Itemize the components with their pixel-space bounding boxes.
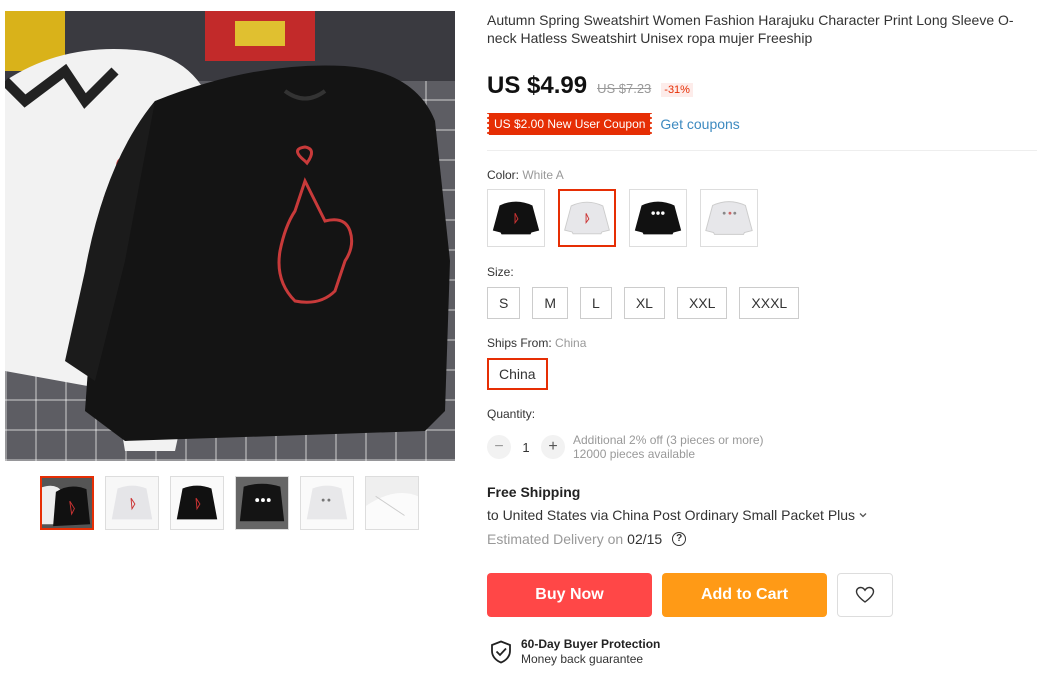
ships-from-label-text: Ships From: xyxy=(487,336,552,350)
size-option-l[interactable]: L xyxy=(580,287,612,319)
quantity-info: Additional 2% off (3 pieces or more) 120… xyxy=(573,433,764,461)
thumbnail-2[interactable] xyxy=(105,476,159,530)
quantity-increase-button[interactable]: + xyxy=(541,435,565,459)
chevron-down-icon xyxy=(859,513,867,518)
size-option-s[interactable]: S xyxy=(487,287,521,319)
buyer-protection-text: 60-Day Buyer Protection Money back guara… xyxy=(521,637,660,667)
wishlist-button[interactable] xyxy=(837,573,893,617)
size-option-xxl[interactable]: XXL xyxy=(676,287,728,319)
shipping-method[interactable]: to United States via China Post Ordinary… xyxy=(487,507,868,523)
shield-check-icon xyxy=(491,640,511,664)
color-swatch-white-a[interactable] xyxy=(558,189,616,247)
thumbnail-5[interactable] xyxy=(300,476,354,530)
price-row: US $4.99 US $7.23 -31% xyxy=(487,72,693,100)
heart-icon xyxy=(855,586,875,603)
estimated-delivery: Estimated Delivery on 02/15 ? xyxy=(487,531,687,547)
thumbnail-strip xyxy=(40,476,419,530)
estimated-delivery-prefix: Estimated Delivery on xyxy=(487,531,624,547)
quantity-label: Quantity: xyxy=(487,407,536,421)
add-to-cart-button[interactable]: Add to Cart xyxy=(662,573,827,617)
get-coupons-link[interactable]: Get coupons xyxy=(660,116,739,132)
discount-badge: -31% xyxy=(661,83,693,97)
product-title: Autumn Spring Sweatshirt Women Fashion H… xyxy=(487,12,1014,46)
shipping-method-text: to United States via China Post Ordinary… xyxy=(487,507,856,523)
ships-from-option-china[interactable]: China xyxy=(487,358,548,390)
current-price: US $4.99 xyxy=(487,72,588,99)
quantity-stepper: − 1 + Additional 2% off (3 pieces or mor… xyxy=(487,433,764,461)
color-swatch-black-print[interactable] xyxy=(629,189,687,247)
main-product-image[interactable] xyxy=(5,11,455,461)
thumbnail-1[interactable] xyxy=(40,476,94,530)
ships-from-selected-value: China xyxy=(555,336,587,350)
color-swatch-white-print[interactable] xyxy=(700,189,758,247)
buyer-protection-title: 60-Day Buyer Protection xyxy=(521,637,661,651)
thumbnail-3[interactable] xyxy=(170,476,224,530)
color-label-text: Color: xyxy=(487,168,520,182)
buy-now-button[interactable]: Buy Now xyxy=(487,573,652,617)
buyer-protection-subtitle: Money back guarantee xyxy=(521,652,644,666)
estimated-delivery-date: 02/15 xyxy=(627,531,663,547)
size-option-xl[interactable]: XL xyxy=(623,287,665,319)
color-swatch-black-heart[interactable] xyxy=(487,189,545,247)
thumbnail-4[interactable] xyxy=(235,476,289,530)
coupon-tag[interactable]: US $2.00 New User Coupon xyxy=(485,113,654,135)
quantity-decrease-button[interactable]: − xyxy=(487,435,511,459)
buyer-protection: 60-Day Buyer Protection Money back guara… xyxy=(490,637,660,667)
size-label: Size: xyxy=(487,265,514,279)
ships-from-label: Ships From: China xyxy=(487,336,586,350)
divider xyxy=(487,150,1037,151)
color-label: Color: White A xyxy=(487,168,564,182)
original-price: US $7.23 xyxy=(597,81,652,96)
size-options: S M L XL XXL XXXL xyxy=(487,287,800,319)
color-swatches xyxy=(487,189,758,247)
quantity-available: 12000 pieces available xyxy=(573,447,696,461)
help-icon[interactable]: ? xyxy=(672,532,687,546)
quantity-value[interactable]: 1 xyxy=(511,440,541,455)
sweatshirt-photo xyxy=(5,11,455,451)
quantity-discount-note: Additional 2% off (3 pieces or more) xyxy=(573,433,764,447)
coupon-row: US $2.00 New User Coupon Get coupons xyxy=(485,113,740,135)
shipping-title: Free Shipping xyxy=(487,484,581,500)
size-option-xxxl[interactable]: XXXL xyxy=(739,287,800,319)
thumbnail-6[interactable] xyxy=(365,476,419,530)
color-selected-value: White A xyxy=(522,168,564,182)
size-option-m[interactable]: M xyxy=(532,287,569,319)
